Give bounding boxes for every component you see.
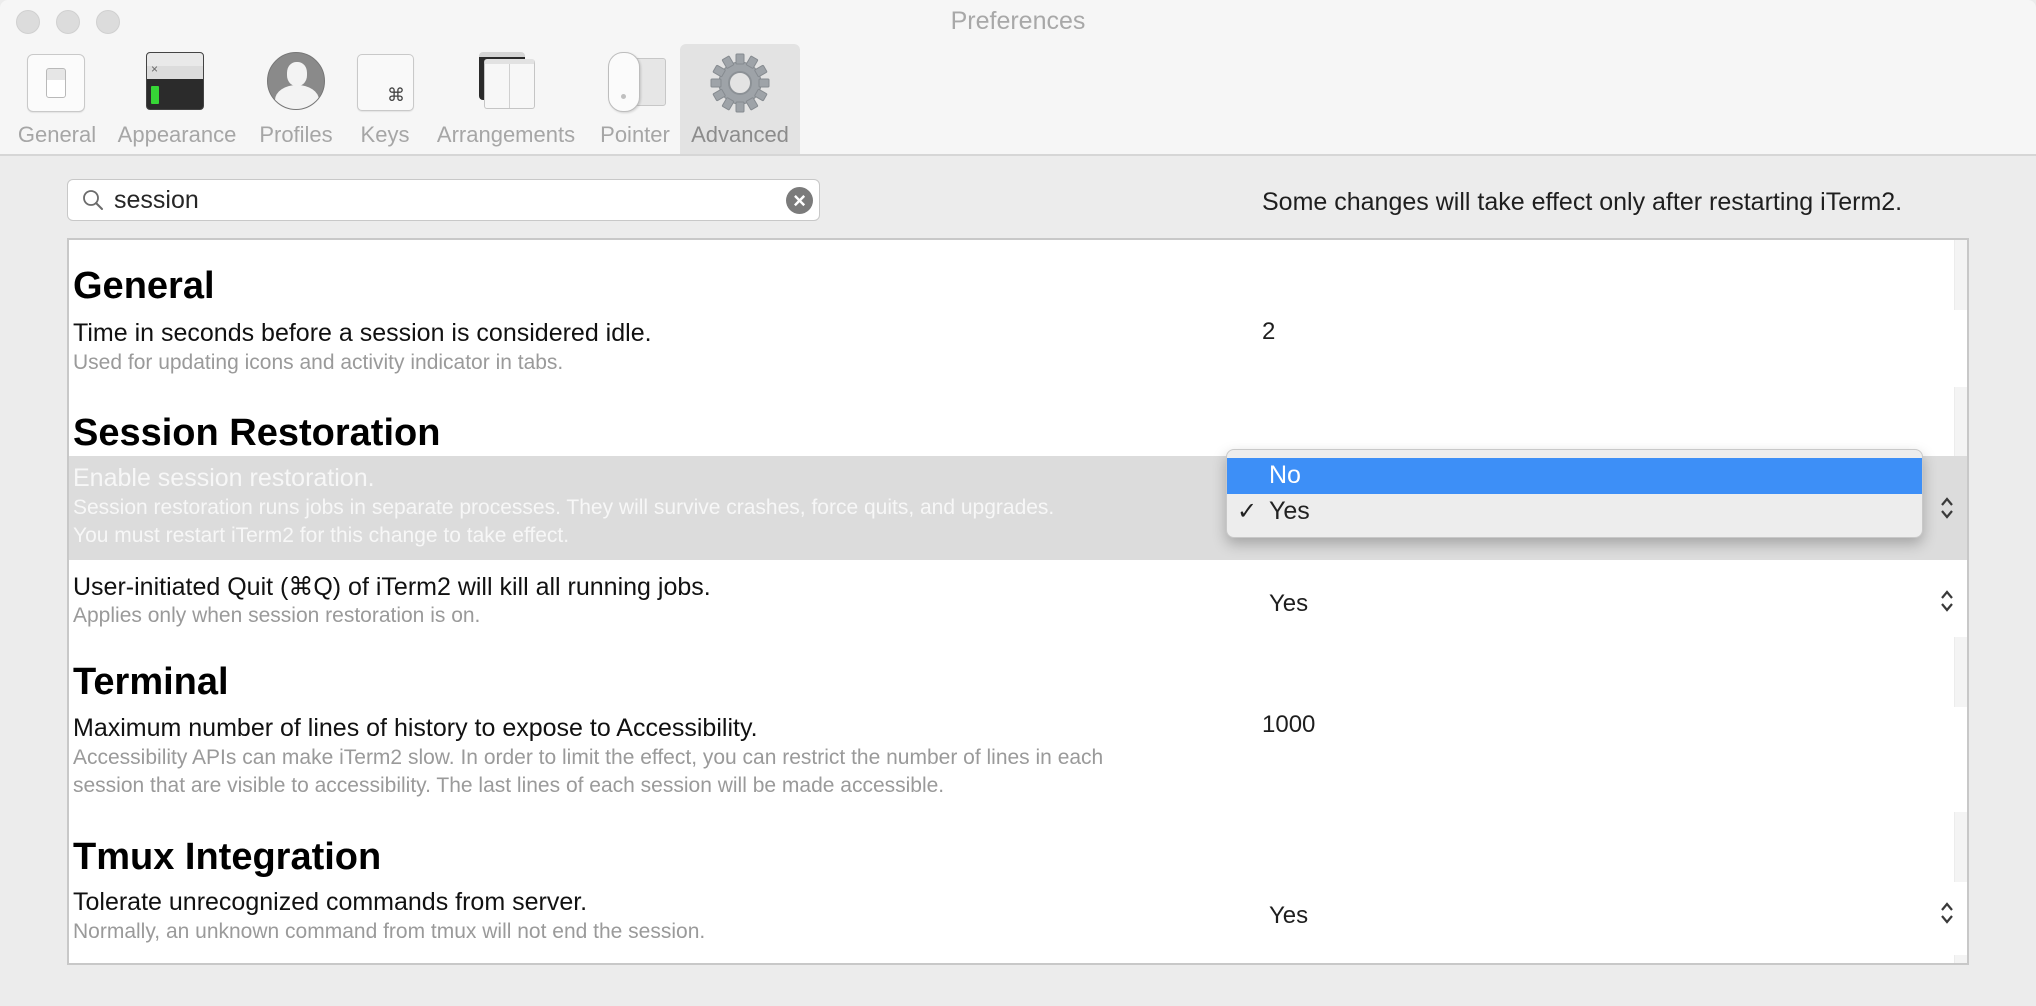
tab-arrangements[interactable]: Arrangements	[430, 44, 582, 154]
clear-icon: ×	[793, 188, 806, 213]
tab-label: Pointer	[600, 122, 670, 147]
setting-title: User-initiated Quit (⌘Q) of iTerm2 will …	[73, 573, 711, 601]
menu-item-yes[interactable]: ✓ Yes	[1227, 494, 1922, 530]
section-heading: Terminal	[73, 661, 229, 703]
menu-item-label: No	[1269, 461, 1301, 489]
toolbar: Preferences General Appearance Profiles …	[0, 0, 2036, 156]
tab-appearance[interactable]: Appearance	[112, 44, 242, 154]
setting-row[interactable]: Time in seconds before a session is cons…	[69, 315, 1967, 385]
popup-stepper-icon[interactable]	[1939, 900, 1955, 926]
tab-label: Arrangements	[436, 122, 576, 147]
clear-search-button[interactable]: ×	[786, 187, 813, 214]
tab-label: Keys	[360, 122, 410, 147]
menu-item-label: Yes	[1269, 497, 1310, 525]
setting-row[interactable]: User-initiated Quit (⌘Q) of iTerm2 will …	[69, 560, 1967, 638]
tab-profiles[interactable]: Profiles	[254, 44, 338, 154]
terminal-window-icon	[146, 52, 208, 112]
section-heading: Session Restoration	[73, 412, 441, 454]
window-title: Preferences	[950, 7, 1086, 35]
checkmark-icon: ✓	[1237, 498, 1258, 525]
tab-keys[interactable]: ⌘ Keys	[352, 44, 418, 154]
setting-description: Normally, an unknown command from tmux w…	[73, 920, 706, 943]
accessibility-lines-field[interactable]: 1000	[1262, 711, 1315, 739]
popup-stepper-icon[interactable]	[1939, 495, 1955, 521]
quit-kills-jobs-popup[interactable]: Yes	[1269, 590, 1308, 618]
gear-icon	[709, 52, 771, 113]
tolerate-commands-popup[interactable]: Yes	[1269, 902, 1308, 930]
user-silhouette-icon	[265, 52, 327, 112]
search-input[interactable]	[114, 184, 754, 216]
tab-label: General	[17, 122, 97, 147]
command-key-icon: ⌘	[354, 52, 416, 112]
setting-title: Tolerate unrecognized commands from serv…	[73, 888, 588, 916]
setting-description: session that are visible to accessibilit…	[73, 774, 945, 797]
section-heading: Tmux Integration	[73, 836, 382, 878]
search-field[interactable]: ×	[67, 179, 820, 221]
preferences-window: Preferences General Appearance Profiles …	[0, 0, 2036, 1006]
switch-icon	[26, 52, 88, 112]
setting-description: Used for updating icons and activity ind…	[73, 351, 564, 374]
popup-stepper-icon[interactable]	[1939, 588, 1955, 614]
column-edge	[1954, 637, 1967, 707]
tab-advanced[interactable]: Advanced	[680, 44, 800, 154]
setting-description: Applies only when session restoration is…	[73, 604, 481, 627]
setting-title: Time in seconds before a session is cons…	[73, 319, 652, 347]
tab-label: Advanced	[691, 122, 789, 147]
section-heading: General	[73, 265, 215, 307]
setting-description: Session restoration runs jobs in separat…	[73, 496, 1055, 519]
setting-description: Accessibility APIs can make iTerm2 slow.…	[73, 746, 1104, 769]
tab-label: Appearance	[117, 122, 237, 147]
column-edge	[1954, 387, 1967, 457]
column-edge	[1954, 812, 1967, 882]
settings-table[interactable]: General Time in seconds before a session…	[67, 238, 1969, 965]
restart-note: Some changes will take effect only after…	[1262, 188, 1903, 216]
setting-row[interactable]: Maximum number of lines of history to ex…	[69, 710, 1967, 810]
idle-seconds-field[interactable]: 2	[1262, 318, 1275, 346]
setting-row[interactable]: Tolerate unrecognized commands from serv…	[69, 882, 1967, 962]
menu-item-no[interactable]: No	[1227, 458, 1922, 494]
setting-title: Maximum number of lines of history to ex…	[73, 714, 758, 742]
tab-label: Profiles	[259, 122, 333, 147]
window-arrangement-icon	[475, 52, 537, 112]
search-icon	[83, 190, 103, 210]
mouse-icon	[604, 52, 666, 112]
setting-title: Enable session restoration.	[73, 464, 375, 492]
popup-menu: No ✓ Yes	[1226, 449, 1923, 538]
tab-general[interactable]: General	[14, 44, 100, 154]
setting-description: You must restart iTerm2 for this change …	[73, 524, 570, 547]
column-edge	[1954, 240, 1967, 310]
command-glyph: ⌘	[387, 85, 405, 105]
tab-pointer[interactable]: Pointer	[594, 44, 676, 154]
